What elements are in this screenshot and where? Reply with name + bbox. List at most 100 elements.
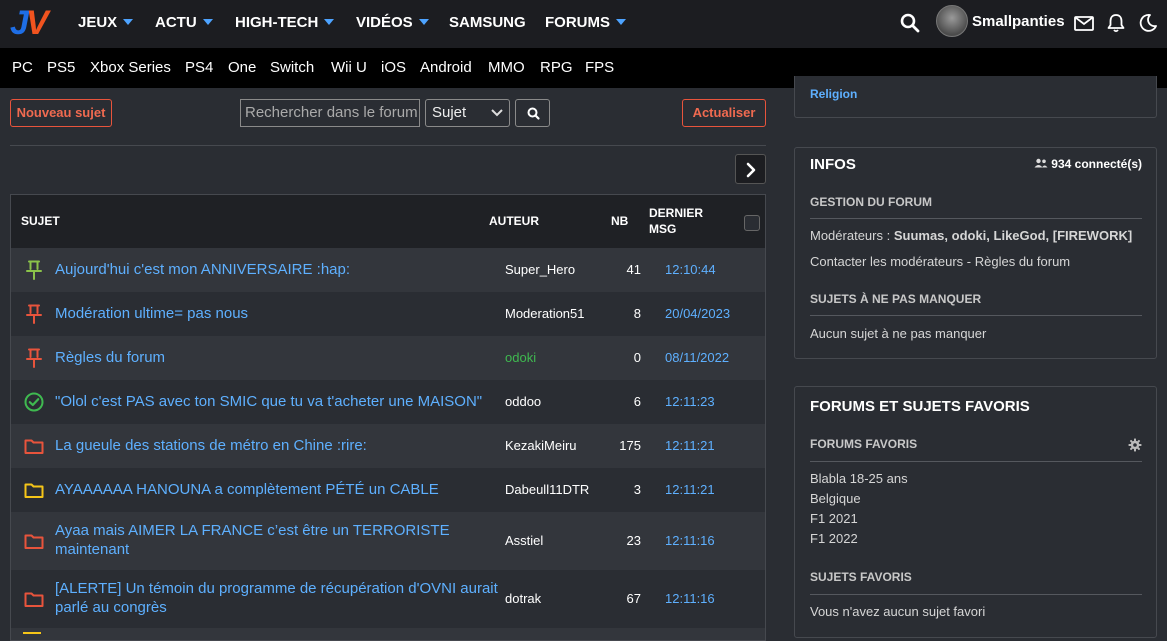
topic-title-link[interactable]: Aujourd'hui c'est mon ANNIVERSAIRE :hap: xyxy=(55,260,505,279)
not-miss-text: Aucun sujet à ne pas manquer xyxy=(810,326,987,341)
username[interactable]: Smallpanties xyxy=(972,11,1065,33)
platform-link-ps4[interactable]: PS4 xyxy=(185,57,213,79)
favorites-panel: FORUMS ET SUJETS FAVORIS FORUMS FAVORIS … xyxy=(794,386,1157,638)
jv-logo[interactable]: JV xyxy=(10,6,54,40)
table-row[interactable]: Modération ultime= pas nous Moderation51… xyxy=(11,292,765,336)
topic-title-link[interactable]: Règles du forum xyxy=(55,348,505,367)
platform-link-ios[interactable]: iOS xyxy=(381,57,406,79)
forum-search-input[interactable]: Rechercher dans le forum xyxy=(240,99,420,127)
header-last-message: DERNIER MSG xyxy=(649,206,704,236)
section-title-not-miss: SUJETS À NE PAS MANQUER xyxy=(810,292,982,306)
last-message-link[interactable]: 12:11:16 xyxy=(665,590,715,608)
folder-red-icon xyxy=(24,534,44,549)
table-row[interactable]: La gueule des stations de métro en Chine… xyxy=(11,424,765,468)
table-row[interactable]: Ayaa mais AIMER LA FRANCE c’est être un … xyxy=(11,512,765,570)
topic-count: 67 xyxy=(626,591,641,606)
table-row[interactable]: [ALERTE] Un témoin du programme de récup… xyxy=(11,570,765,628)
last-message-link[interactable]: 12:11:21 xyxy=(665,437,715,455)
topic-count: 41 xyxy=(626,262,641,277)
table-header: SUJET AUTEUR NB DERNIER MSG xyxy=(11,195,765,248)
chevron-down-icon xyxy=(418,19,429,26)
topic-author[interactable]: KezakiMeiru xyxy=(505,437,577,455)
topic-author[interactable]: Asstiel xyxy=(505,532,543,550)
topic-author[interactable]: oddoo xyxy=(505,393,541,411)
fav-forum-link[interactable]: F1 2022 xyxy=(810,529,858,549)
platform-link-one[interactable]: One xyxy=(228,57,256,79)
topic-author[interactable]: Moderation51 xyxy=(505,305,585,323)
category-link-religion[interactable]: Religion xyxy=(810,87,857,101)
platform-link-android[interactable]: Android xyxy=(420,57,472,79)
last-message-link[interactable]: 12:11:16 xyxy=(665,532,715,550)
topic-count: 0 xyxy=(633,350,641,365)
next-page-button[interactable] xyxy=(735,154,766,184)
nav-item-samsung[interactable]: SAMSUNG xyxy=(449,12,526,34)
moderators-list[interactable]: Suumas, odoki, LikeGod, [FIREWORK] xyxy=(894,228,1132,243)
avatar[interactable] xyxy=(936,5,968,37)
platform-link-switch[interactable]: Switch xyxy=(270,57,314,79)
topic-title-link[interactable]: AYAAAAAA HANOUNA a complètement PÉTÉ un … xyxy=(55,480,505,499)
platform-link-xbox-series[interactable]: Xbox Series xyxy=(90,57,171,79)
nav-item-actu[interactable]: ACTU xyxy=(155,12,213,34)
search-submit-button[interactable] xyxy=(515,99,550,127)
platform-link-rpg[interactable]: RPG xyxy=(540,57,573,79)
nav-item-videos[interactable]: VIDÉOS xyxy=(356,12,429,34)
topic-title-link[interactable]: "Olol c'est PAS avec ton SMIC que tu va … xyxy=(55,392,505,411)
pin-green-icon xyxy=(26,260,42,280)
table-row[interactable]: "Olol c'est PAS avec ton SMIC que tu va … xyxy=(11,380,765,424)
topic-title-link[interactable]: Modération ultime= pas nous xyxy=(55,304,505,323)
topic-count: 8 xyxy=(633,306,641,321)
forum-rules-link[interactable]: Règles du forum xyxy=(975,254,1070,269)
table-row[interactable]: Règles du forum odoki 0 08/11/2022 xyxy=(11,336,765,380)
section-title-gestion: GESTION DU FORUM xyxy=(810,195,932,209)
mail-icon[interactable] xyxy=(1073,12,1095,34)
check-circle-icon xyxy=(24,392,44,412)
platform-link-pc[interactable]: PC xyxy=(12,57,33,79)
platform-link-ps5[interactable]: PS5 xyxy=(47,57,75,79)
infos-panel: INFOS 934 connecté(s) GESTION DU FORUM M… xyxy=(794,147,1157,359)
chevron-down-icon xyxy=(324,19,335,26)
table-row[interactable] xyxy=(11,628,765,640)
nav-item-high-tech[interactable]: HIGH-TECH xyxy=(235,12,335,34)
last-message-link[interactable]: 12:11:23 xyxy=(665,393,715,411)
pin-red-icon xyxy=(26,348,42,368)
separator xyxy=(810,594,1142,595)
select-all-checkbox[interactable] xyxy=(744,215,760,231)
topic-title-link[interactable]: La gueule des stations de métro en Chine… xyxy=(55,436,505,455)
platform-link-fps[interactable]: FPS xyxy=(585,57,614,79)
fav-forum-link[interactable]: Belgique xyxy=(810,489,861,509)
section-title-fav-topics: SUJETS FAVORIS xyxy=(810,570,912,584)
search-scope-select[interactable]: Sujet xyxy=(425,99,510,127)
topic-author[interactable]: odoki xyxy=(505,349,536,367)
divider xyxy=(10,145,766,146)
table-row[interactable]: AYAAAAAA HANOUNA a complètement PÉTÉ un … xyxy=(11,468,765,512)
last-message-link[interactable]: 20/04/2023 xyxy=(665,305,730,323)
contact-line: Contacter les modérateurs - Règles du fo… xyxy=(810,254,1071,269)
last-message-link[interactable]: 08/11/2022 xyxy=(665,349,729,367)
nav-item-forums[interactable]: FORUMS xyxy=(545,12,626,34)
topic-title-link[interactable]: [ALERTE] Un témoin du programme de récup… xyxy=(55,579,505,617)
topic-author[interactable]: Dabeull11DTR xyxy=(505,481,589,499)
moon-icon[interactable] xyxy=(1137,12,1159,34)
last-message-link[interactable]: 12:10:44 xyxy=(665,261,716,279)
topic-author[interactable]: Super_Hero xyxy=(505,261,575,279)
gear-icon[interactable] xyxy=(1128,438,1142,452)
new-topic-button[interactable]: Nouveau sujet xyxy=(10,99,112,127)
pin-red-icon xyxy=(26,304,42,324)
fav-forum-link[interactable]: Blabla 18-25 ans xyxy=(810,469,908,489)
fav-forum-link[interactable]: F1 2021 xyxy=(810,509,858,529)
fav-topics-text: Vous n'avez aucun sujet favori xyxy=(810,604,986,619)
refresh-button[interactable]: Actualiser xyxy=(682,99,766,127)
search-icon[interactable] xyxy=(899,12,921,34)
platform-link-wii-u[interactable]: Wii U xyxy=(331,57,367,79)
topic-author[interactable]: dotrak xyxy=(505,590,541,608)
topic-title-link[interactable]: Ayaa mais AIMER LA FRANCE c’est être un … xyxy=(55,521,505,559)
contact-moderators-link[interactable]: Contacter les modérateurs xyxy=(810,254,963,269)
nav-item-jeux[interactable]: JEUX xyxy=(78,12,134,34)
bell-icon[interactable] xyxy=(1105,12,1127,34)
topic-count: 6 xyxy=(633,394,641,409)
topic-count: 175 xyxy=(619,438,641,453)
platform-link-mmo[interactable]: MMO xyxy=(488,57,525,79)
last-message-link[interactable]: 12:11:21 xyxy=(665,481,715,499)
table-row[interactable]: Aujourd'hui c'est mon ANNIVERSAIRE :hap:… xyxy=(11,248,765,292)
topic-count: 23 xyxy=(626,533,641,548)
